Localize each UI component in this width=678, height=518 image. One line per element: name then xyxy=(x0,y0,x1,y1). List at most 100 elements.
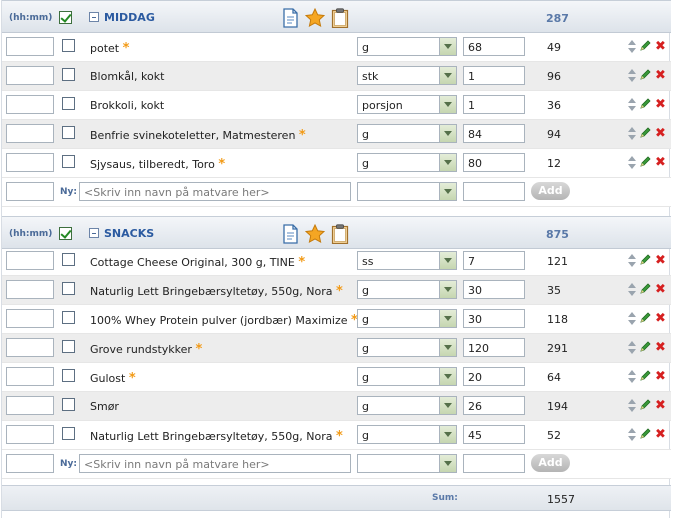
add-button[interactable]: Add xyxy=(531,182,570,200)
unit-select[interactable]: porsjon xyxy=(357,95,457,114)
delete-icon[interactable]: ✖ xyxy=(655,399,666,412)
row-checkbox[interactable] xyxy=(62,155,75,168)
unit-select[interactable]: stk xyxy=(357,66,457,85)
chevron-down-icon[interactable] xyxy=(439,67,456,84)
delete-icon[interactable]: ✖ xyxy=(655,428,666,441)
amount-input[interactable] xyxy=(463,182,525,201)
delete-icon[interactable]: ✖ xyxy=(655,98,666,111)
reorder-icon[interactable] xyxy=(627,341,637,355)
unit-select[interactable] xyxy=(357,182,457,201)
food-name[interactable]: Gulost * xyxy=(90,371,136,386)
amount-input[interactable]: 20 xyxy=(463,367,525,386)
row-checkbox[interactable] xyxy=(62,340,75,353)
time-input[interactable] xyxy=(6,396,54,415)
food-name[interactable]: Cottage Cheese Original, 300 g, TINE * xyxy=(90,255,305,270)
chevron-down-icon[interactable] xyxy=(439,310,456,327)
chevron-down-icon[interactable] xyxy=(439,281,456,298)
reorder-icon[interactable] xyxy=(627,127,637,141)
new-food-input[interactable]: <Skriv inn navn på matvare her> xyxy=(79,454,351,473)
chevron-down-icon[interactable] xyxy=(439,125,456,142)
chevron-down-icon[interactable] xyxy=(439,96,456,113)
chevron-down-icon[interactable] xyxy=(439,183,456,200)
edit-icon[interactable] xyxy=(640,156,651,170)
delete-icon[interactable]: ✖ xyxy=(655,312,666,325)
unit-select[interactable]: g xyxy=(357,309,457,328)
time-input[interactable] xyxy=(6,182,54,201)
food-name[interactable]: Smør xyxy=(90,400,119,413)
food-name[interactable]: Benfrie svinekoteletter, Matmesteren * xyxy=(90,128,306,143)
edit-icon[interactable] xyxy=(640,40,651,54)
delete-icon[interactable]: ✖ xyxy=(655,254,666,267)
time-input[interactable] xyxy=(6,251,54,270)
collapse-icon[interactable] xyxy=(89,12,99,22)
amount-input[interactable]: 80 xyxy=(463,153,525,172)
unit-select[interactable]: g xyxy=(357,396,457,415)
amount-input[interactable]: 1 xyxy=(463,66,525,85)
reorder-icon[interactable] xyxy=(627,40,637,54)
chevron-down-icon[interactable] xyxy=(439,339,456,356)
amount-input[interactable]: 84 xyxy=(463,124,525,143)
edit-icon[interactable] xyxy=(640,98,651,112)
row-checkbox[interactable] xyxy=(62,311,75,324)
delete-icon[interactable]: ✖ xyxy=(655,127,666,140)
unit-select[interactable]: g xyxy=(357,37,457,56)
reorder-icon[interactable] xyxy=(627,283,637,297)
favorite-star-icon[interactable] xyxy=(304,7,326,31)
reorder-icon[interactable] xyxy=(627,428,637,442)
time-input[interactable] xyxy=(6,454,54,473)
row-checkbox[interactable] xyxy=(62,126,75,139)
food-name[interactable]: Sjysaus, tilberedt, Toro * xyxy=(90,157,225,172)
row-checkbox[interactable] xyxy=(62,369,75,382)
edit-icon[interactable] xyxy=(640,341,651,355)
edit-icon[interactable] xyxy=(640,127,651,141)
new-food-input[interactable]: <Skriv inn navn på matvare her> xyxy=(79,182,351,201)
row-checkbox[interactable] xyxy=(62,427,75,440)
time-input[interactable] xyxy=(6,153,54,172)
delete-icon[interactable]: ✖ xyxy=(655,341,666,354)
collapse-icon[interactable] xyxy=(89,228,99,238)
reorder-icon[interactable] xyxy=(627,98,637,112)
time-input[interactable] xyxy=(6,95,54,114)
chevron-down-icon[interactable] xyxy=(439,455,456,472)
edit-icon[interactable] xyxy=(640,69,651,83)
edit-icon[interactable] xyxy=(640,399,651,413)
chevron-down-icon[interactable] xyxy=(439,38,456,55)
chevron-down-icon[interactable] xyxy=(439,426,456,443)
delete-icon[interactable]: ✖ xyxy=(655,156,666,169)
unit-select[interactable]: g xyxy=(357,124,457,143)
edit-icon[interactable] xyxy=(640,254,651,268)
unit-select[interactable]: g xyxy=(357,280,457,299)
time-input[interactable] xyxy=(6,124,54,143)
food-name[interactable]: Grove rundstykker * xyxy=(90,342,202,357)
time-input[interactable] xyxy=(6,66,54,85)
time-input[interactable] xyxy=(6,280,54,299)
reorder-icon[interactable] xyxy=(627,312,637,326)
clipboard-icon[interactable] xyxy=(331,8,349,31)
reorder-icon[interactable] xyxy=(627,254,637,268)
time-input[interactable] xyxy=(6,367,54,386)
chevron-down-icon[interactable] xyxy=(439,397,456,414)
unit-select[interactable]: g xyxy=(357,367,457,386)
food-name[interactable]: Naturlig Lett Bringebærsyltetøy, 550g, N… xyxy=(90,429,343,444)
food-name[interactable]: Naturlig Lett Bringebærsyltetøy, 550g, N… xyxy=(90,284,343,299)
delete-icon[interactable]: ✖ xyxy=(655,370,666,383)
row-checkbox[interactable] xyxy=(62,282,75,295)
select-all-checkbox[interactable] xyxy=(59,227,72,240)
food-name[interactable]: Brokkoli, kokt xyxy=(90,99,164,112)
amount-input[interactable]: 68 xyxy=(463,37,525,56)
edit-icon[interactable] xyxy=(640,370,651,384)
amount-input[interactable]: 1 xyxy=(463,95,525,114)
food-name[interactable]: potet * xyxy=(90,41,129,56)
chevron-down-icon[interactable] xyxy=(439,154,456,171)
time-input[interactable] xyxy=(6,338,54,357)
reorder-icon[interactable] xyxy=(627,370,637,384)
row-checkbox[interactable] xyxy=(62,398,75,411)
unit-select[interactable] xyxy=(357,454,457,473)
time-input[interactable] xyxy=(6,37,54,56)
chevron-down-icon[interactable] xyxy=(439,252,456,269)
unit-select[interactable]: g xyxy=(357,425,457,444)
edit-icon[interactable] xyxy=(640,312,651,326)
time-input[interactable] xyxy=(6,425,54,444)
delete-icon[interactable]: ✖ xyxy=(655,283,666,296)
amount-input[interactable]: 120 xyxy=(463,338,525,357)
